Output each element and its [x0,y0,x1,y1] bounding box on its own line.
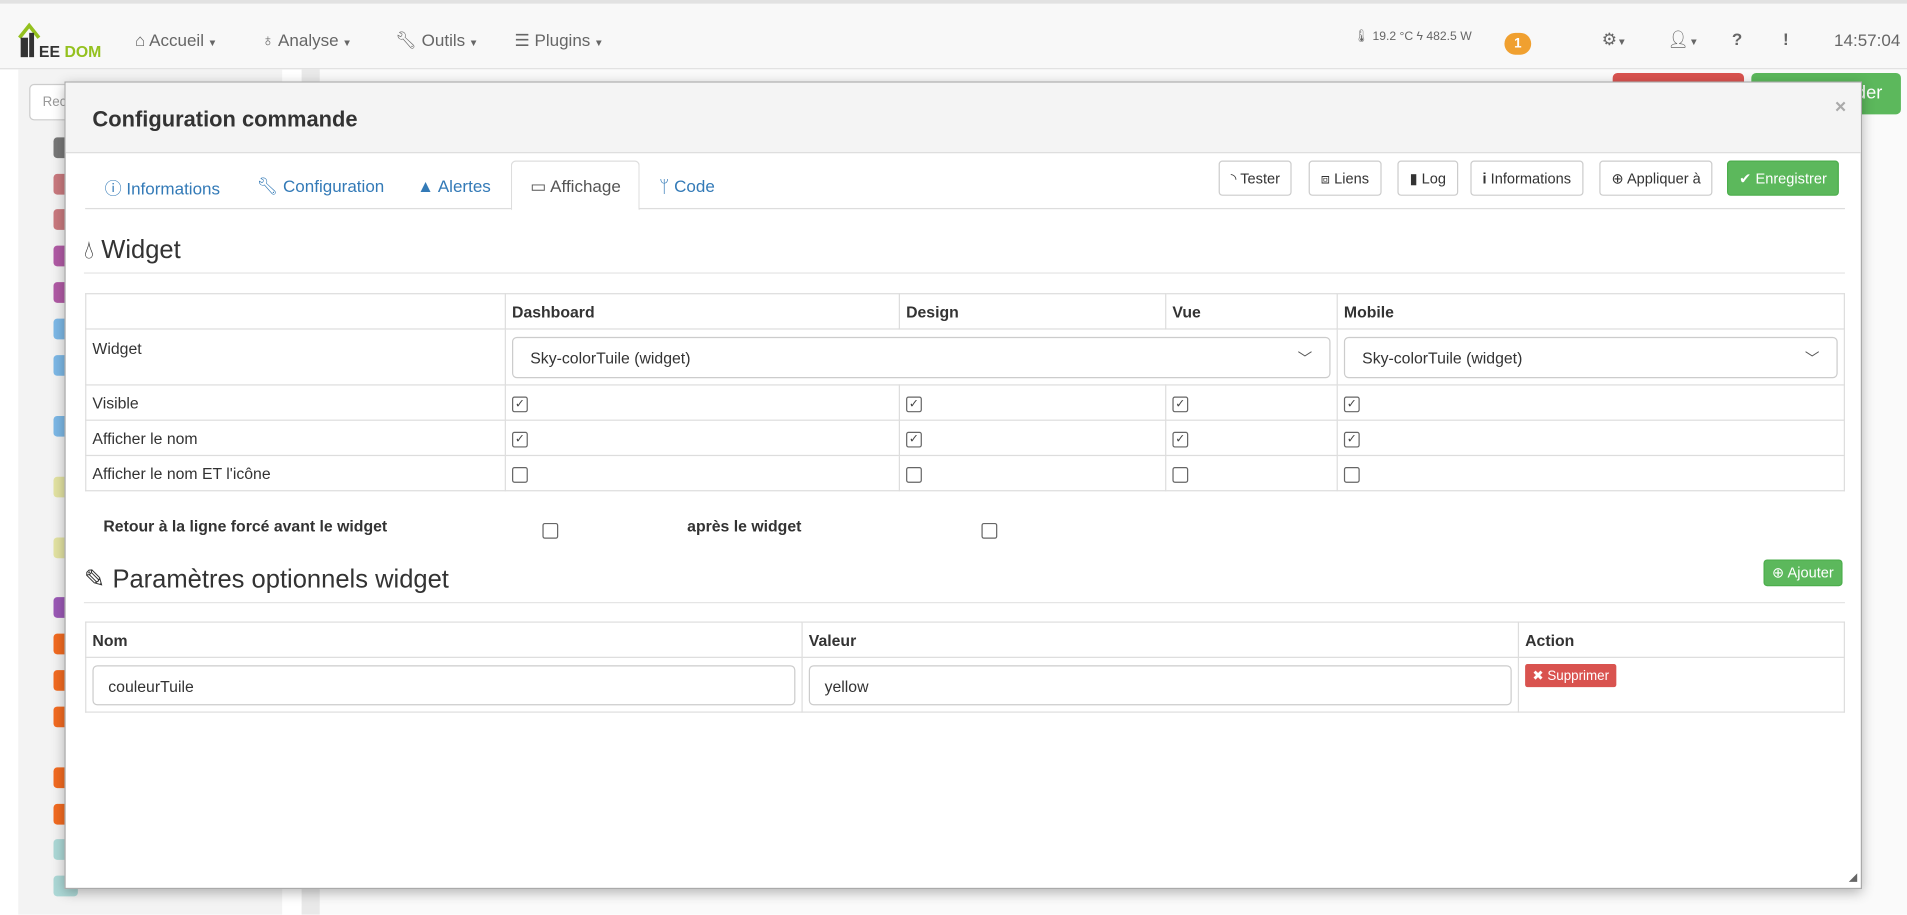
checkbox[interactable] [512,466,528,483]
info-circle-icon: ⓘ [104,178,122,199]
help-icon[interactable]: ? [1732,29,1742,48]
object-group-icon: ⧈ [1320,170,1331,188]
param-name-input[interactable]: couleurTuile [92,664,796,705]
nav-analyse[interactable]: ♁ Analyse ▼ [261,30,351,49]
row-afficher-nom: Afficher le nom ✓ ✓ ✓ ✓ [85,419,1845,457]
resize-handle-icon[interactable]: ◢ [1849,871,1857,884]
checkbox[interactable]: ✓ [906,431,922,447]
cogs-icon: ⚙ [1601,29,1618,49]
chevron-down-icon: ﹀ [1804,349,1820,367]
supprimer-button[interactable]: ✖ Supprimer [1525,664,1617,688]
svg-text:EE: EE [39,44,60,61]
wrench-icon: 🔧︎ [256,176,279,196]
log-button[interactable]: ▮ Log [1397,160,1459,196]
liens-button[interactable]: ⧈ Liens [1308,160,1382,196]
chevron-down-icon: ﹀ [1297,349,1313,367]
close-icon[interactable]: × [1835,97,1846,119]
command-config-modal: Configuration commande × ⓘ Informations … [64,81,1863,890]
line-break-after-label: après le widget [687,516,802,536]
nav-accueil[interactable]: ⌂ Accueil ▼ [135,30,217,49]
checkbox[interactable]: ✓ [1343,431,1360,447]
checkbox[interactable] [906,466,922,483]
clock: 14:57:04 [1834,30,1901,50]
mobile-widget-select[interactable]: Sky-colorTuile (widget) ﹀ [1343,336,1838,378]
checkbox[interactable]: ✓ [906,395,922,412]
warning-icon: ▲ [417,176,435,196]
tasks-icon: ☰ [514,30,530,50]
svg-text:DOM: DOM [64,44,101,61]
wrench-icon: 🔧︎ [395,30,417,50]
code-branch-icon: ᛘ [659,176,670,196]
plus-circle-icon: ⊕ [1772,564,1785,582]
widget-section-title: 💧︎ Widget [83,235,1845,274]
times-icon: ✖ [1532,668,1544,684]
params-table: Nom Valeur Action couleurTuile yellow ✖ … [85,621,1845,713]
column-dashboard: Dashboard [504,293,900,330]
tab-informations[interactable]: ⓘ Informations [105,161,220,210]
param-row: couleurTuile yellow ✖ Supprimer [85,656,1845,713]
enregistrer-button[interactable]: ✔ Enregistrer [1727,160,1840,196]
file-icon: ▮ [1409,170,1418,188]
bolt-icon: ϟ [1416,30,1423,44]
checkbox[interactable] [1343,466,1360,483]
user-menu[interactable]: 👤︎▼ [1667,29,1698,50]
checkbox[interactable]: ✓ [1343,395,1360,412]
tint-icon: 💧︎ [83,235,95,264]
param-value-input[interactable]: yellow [808,664,1512,705]
nav-outils[interactable]: 🔧︎ Outils ▼ [395,30,478,51]
info-icon: i [1482,170,1487,188]
stethoscope-icon: ♁ [261,30,275,50]
user-icon: 👤︎ [1667,29,1690,49]
params-section-title: ✎ Paramètres optionnels widget [83,564,1845,604]
desktop-icon: ▭ [530,176,547,196]
settings-menu[interactable]: ⚙▼ [1602,29,1627,50]
informations-button[interactable]: i Informations [1470,160,1584,196]
home-icon: ⌂ [134,30,146,50]
check-circle-icon: ✔ [1739,170,1752,188]
row-afficher-nom-icone: Afficher le nom ET l'icône [85,454,1845,492]
alert-icon[interactable]: ! [1783,29,1789,48]
nav-plugins[interactable]: ☰ Plugins ▼ [514,30,603,51]
checkbox[interactable]: ✓ [512,431,528,447]
edit-icon: ✎ [83,565,106,594]
checkbox[interactable]: ✓ [1172,395,1189,412]
row-visible: Visible ✓ ✓ ✓ ✓ [85,384,1845,421]
top-navbar: EE DOM ⌂ Accueil ▼ ♁ Analyse ▼ 🔧︎ Outils ▼ … [0,0,1907,70]
checkbox[interactable]: ✓ [512,395,528,412]
column-design: Design [898,293,1167,330]
home-summary[interactable]: 🌡︎ 19.2 °C ϟ 482.5 W [1354,30,1472,43]
tab-code[interactable]: ᛘ Code [659,161,715,210]
widget-table: Dashboard Design Vue Mobile Widget Sky-c… [85,293,1845,492]
line-break-after-checkbox[interactable] [981,522,998,539]
notification-badge[interactable]: 1 [1504,32,1532,55]
caret-down-icon: ▼ [342,37,352,49]
modal-title: Configuration commande [65,82,1861,154]
column-mobile: Mobile [1336,293,1845,330]
plus-circle-icon: ⊕ [1611,170,1624,188]
line-break-before-checkbox[interactable] [542,522,559,539]
jeedom-logo[interactable]: EE DOM [17,21,102,62]
tab-affichage[interactable]: ▭ Affichage [510,160,641,211]
thermometer-icon: 🌡︎ [1353,30,1370,44]
dashboard-widget-select[interactable]: Sky-colorTuile (widget) ﹀ [512,336,1331,378]
checkbox[interactable]: ✓ [1172,431,1189,447]
checkbox[interactable] [1172,466,1189,483]
caret-down-icon: ▼ [593,37,604,49]
tab-configuration[interactable]: 🔧︎ Configuration [257,161,385,210]
column-vue: Vue [1165,293,1338,330]
line-break-before-label: Retour à la ligne forcé avant le widget [103,516,388,536]
appliquer-button[interactable]: ⊕ Appliquer à [1599,160,1713,196]
caret-down-icon: ▼ [468,37,479,49]
caret-down-icon: ▼ [207,37,218,49]
tester-button[interactable]: ◝ Tester [1218,160,1293,196]
rss-icon: ◝ [1230,170,1237,188]
tab-alertes[interactable]: ▲ Alertes [417,161,491,210]
ajouter-button[interactable]: ⊕ Ajouter [1763,559,1843,587]
